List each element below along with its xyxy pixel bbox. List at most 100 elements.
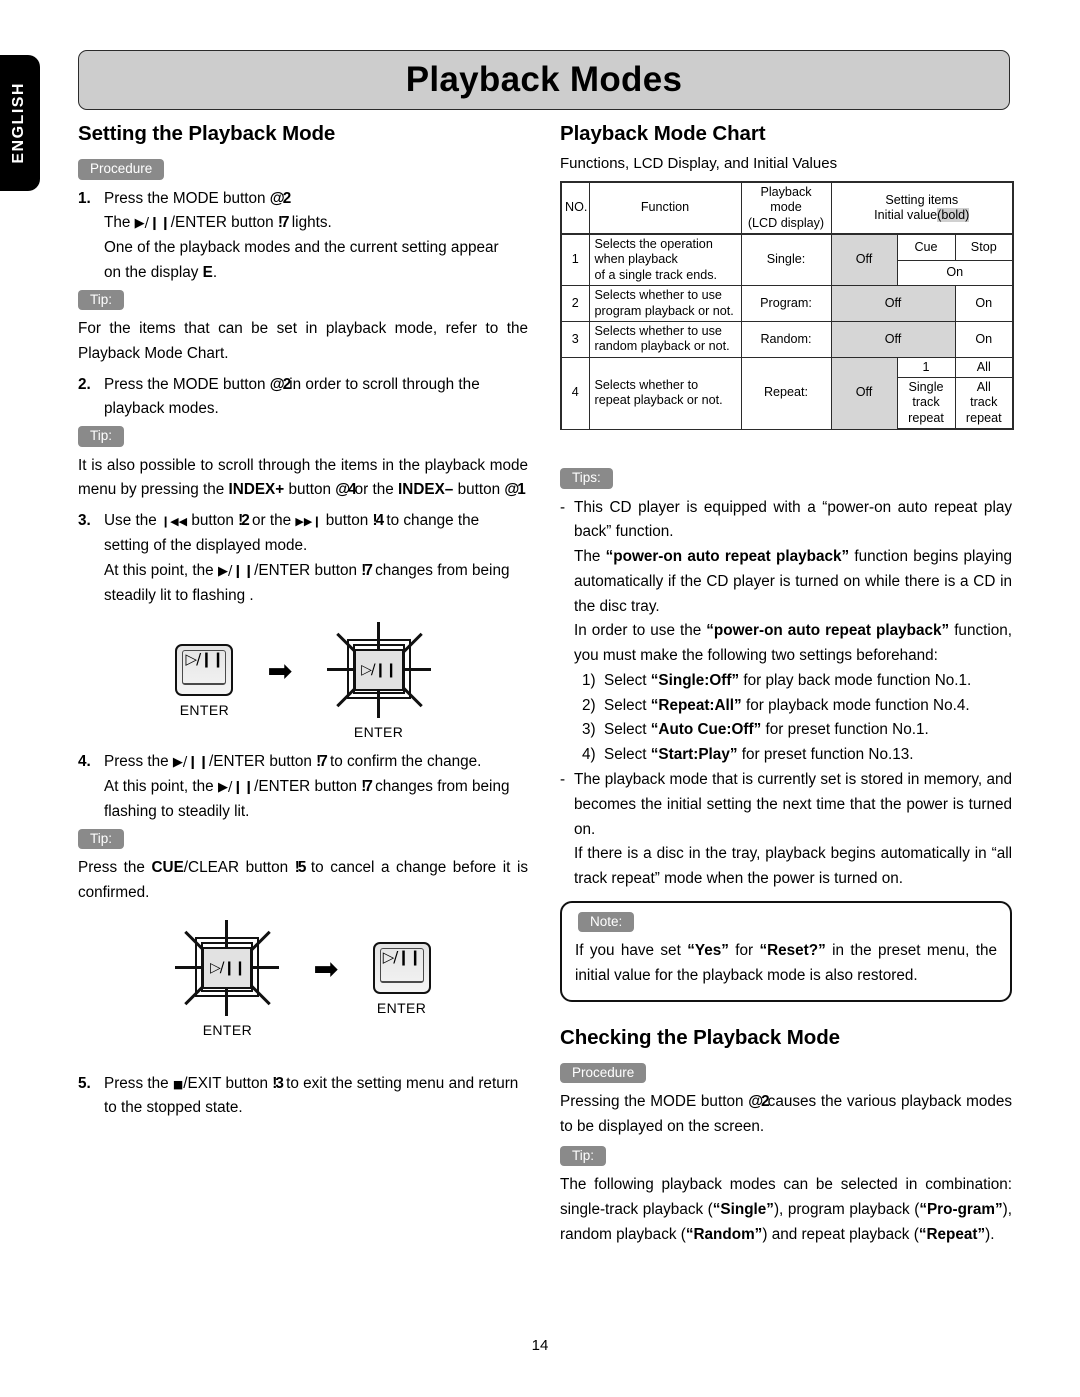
language-tab: ENGLISH — [0, 55, 40, 191]
step-1-line4-post: . — [212, 263, 218, 281]
tip-badge-2: Tip: — [78, 426, 125, 447]
tip-a-item-2-post: for playback mode function No.4. — [745, 696, 970, 714]
tip-1-text: For the items that can be set in playbac… — [78, 320, 528, 362]
step-1-line4-pre: on the display — [104, 263, 199, 281]
random-mode-label: “Random” — [685, 1225, 763, 1243]
tip-a-item-4-pre: Select — [604, 746, 647, 764]
enter-key-label-4: ENTER — [376, 999, 427, 1016]
enter-keycap-flashing-2: ▷/❙❙ — [202, 946, 253, 989]
repeat-mode-label: “Repeat” — [918, 1225, 986, 1243]
tip-a-line3-pre: In order to use the — [574, 622, 702, 640]
right-arrow-icon-1: ➡ — [267, 654, 293, 690]
start-play-label: “Start:Play” — [650, 746, 738, 764]
row-1-initial-value: Off — [830, 233, 898, 287]
tip-a-item-4: 4) Select “Start:Play” for preset functi… — [582, 743, 1012, 768]
header-playback-mode: Playback mode (LCD display) — [740, 180, 832, 236]
row-2-initial-value: Off — [830, 285, 956, 322]
step-2-pre: Press the MODE button — [104, 375, 266, 393]
header-setting-items: Setting items Initial value(bold) — [830, 180, 1015, 236]
button-ref-enter-4: !7 — [361, 778, 373, 796]
header-no: NO. — [560, 180, 590, 236]
table-row-2: 2 Selects whether to use program playbac… — [560, 285, 1015, 322]
row-1-setting-stop: Stop — [954, 233, 1015, 261]
row-4-all-l1: All — [976, 379, 991, 394]
procedure-2-text: Pressing the MODE button @2causes the va… — [560, 1090, 1012, 1140]
row-4-setting-all: All — [954, 356, 1015, 378]
skip-forward-icon: ▶▶❙ — [295, 515, 322, 529]
tip-a-item-1-num: 1) — [582, 671, 596, 689]
row-2-function-l1: Selects whether to use — [594, 288, 722, 303]
language-tab-label: ENGLISH — [10, 82, 27, 164]
row-4-all-l2: track repeat — [965, 395, 1002, 425]
step-1-number: 1. — [78, 189, 91, 207]
note-box: Note: If you have set “Yes” for “Reset?”… — [560, 900, 1012, 1002]
tip-a-item-1-post: for play back mode function No.1. — [743, 671, 972, 689]
button-ref-index-plus: @4 — [335, 481, 356, 499]
tip-b-line2: If there is a disc in the tray, playback… — [574, 845, 1012, 888]
button-ref-cue-clear: !5 — [294, 859, 307, 877]
tip-a-item-4-text: Select “Start:Play” for preset function … — [604, 743, 914, 768]
single-off-label: “Single:Off” — [650, 671, 740, 689]
chart-subheading: Functions, LCD Display, and Initial Valu… — [560, 155, 838, 172]
button-ref-enter-2: !7 — [361, 561, 373, 579]
row-3-setting-on: On — [954, 320, 1015, 358]
step-3-number: 3. — [78, 512, 91, 530]
row-3-playback-mode: Random: — [740, 320, 832, 358]
button-ref-enter: !7 — [277, 214, 290, 232]
tip-a-item-3: 3) Select “Auto Cue:Off” for preset func… — [582, 718, 1012, 743]
row-4-setting-single-track-repeat: Single track repeat — [896, 376, 956, 431]
tip-a-line2-pre: The — [574, 548, 601, 566]
display-ref: E — [202, 263, 213, 281]
index-plus-label: INDEX+ — [228, 481, 285, 499]
row-3-function-l1: Selects whether to use — [594, 323, 722, 338]
step-4: 4. Press the ▶/❙❙/ENTER button !7 to con… — [78, 750, 528, 824]
row-3-function-l2: random playback or not. — [594, 339, 730, 354]
enter-key-label-3: ENTER — [202, 1021, 253, 1038]
tip-a-item-1-pre: Select — [604, 671, 647, 689]
section-heading-checking-playback-mode: Checking the Playback Mode — [560, 1025, 840, 1049]
header-function: Function — [588, 180, 742, 236]
tip-b-text: The playback mode that is currently set … — [574, 768, 1012, 892]
tip-b: - The playback mode that is currently se… — [560, 768, 1012, 892]
play-pause-icon-key-2: ▷/❙❙ — [361, 662, 397, 679]
step-3-line2-pre: At this point, the — [104, 561, 214, 579]
step-5: 5. Press the ■/EXIT button !3 to exit th… — [78, 1072, 528, 1122]
step-3-text: Use the ❙◀◀ button !2 or the ▶▶❙ button … — [104, 509, 528, 608]
tip-3-mid: /CLEAR button — [183, 859, 289, 877]
single-mode-label: “Single” — [712, 1201, 774, 1219]
row-4-initial-value: Off — [830, 356, 898, 430]
tip-3-pre: Press the — [78, 859, 145, 877]
section-heading-setting-playback-mode: Setting the Playback Mode — [78, 122, 336, 145]
repeat-all-label: “Repeat:All” — [650, 696, 742, 714]
step-4-number: 4. — [78, 753, 91, 771]
tip-4-m1: ), program playback ( — [773, 1201, 920, 1219]
tip-badge-1: Tip: — [78, 289, 125, 311]
play-pause-icon-key-1: ▷/❙❙ — [185, 650, 225, 669]
step-5-text: Press the ■/EXIT button !3 to exit the s… — [104, 1072, 528, 1122]
step-1-line1-pre: Press the MODE button — [104, 189, 266, 207]
tip-a: - This CD player is equipped with a “pow… — [560, 496, 1012, 669]
enter-key-flashing-2: ▷/❙❙ ENTER — [175, 919, 280, 1038]
play-pause-icon-3: ▶/❙❙ — [172, 755, 210, 771]
play-pause-icon-4: ▶/❙❙ — [217, 780, 255, 796]
step-3-mid3: button — [325, 512, 369, 530]
page-title-banner: Playback Modes — [78, 50, 1010, 110]
reset-label: “Reset?” — [759, 942, 826, 960]
step-4-post: to confirm the change. — [330, 753, 482, 771]
step-1-line3: One of the playback modes and the curren… — [104, 239, 499, 257]
flashing-key-graphic-1: ▷/❙❙ — [326, 622, 431, 719]
section-heading-playback-mode-chart: Playback Mode Chart — [560, 122, 766, 145]
header-playback-mode-l1: Playback mode — [760, 185, 812, 215]
row-3-initial-value: Off — [830, 320, 956, 358]
step-1-line2-pre: The — [104, 214, 131, 232]
button-ref-mode: @2 — [269, 189, 291, 207]
enter-key-label-2: ENTER — [353, 724, 404, 741]
button-ref-index-minus: @1 — [504, 481, 525, 499]
tip-a-item-1: 1) Select “Single:Off” for play back mod… — [582, 669, 1012, 694]
row-2-setting-on: On — [954, 285, 1015, 322]
row-2-function-l2: program playback or not. — [594, 303, 734, 318]
note-badge: Note: — [578, 911, 635, 933]
tip-a-item-2-pre: Select — [604, 696, 647, 714]
row-4-single-l1: Single — [908, 379, 944, 394]
enter-key-steady: ▷/❙❙ ENTER — [175, 644, 234, 718]
